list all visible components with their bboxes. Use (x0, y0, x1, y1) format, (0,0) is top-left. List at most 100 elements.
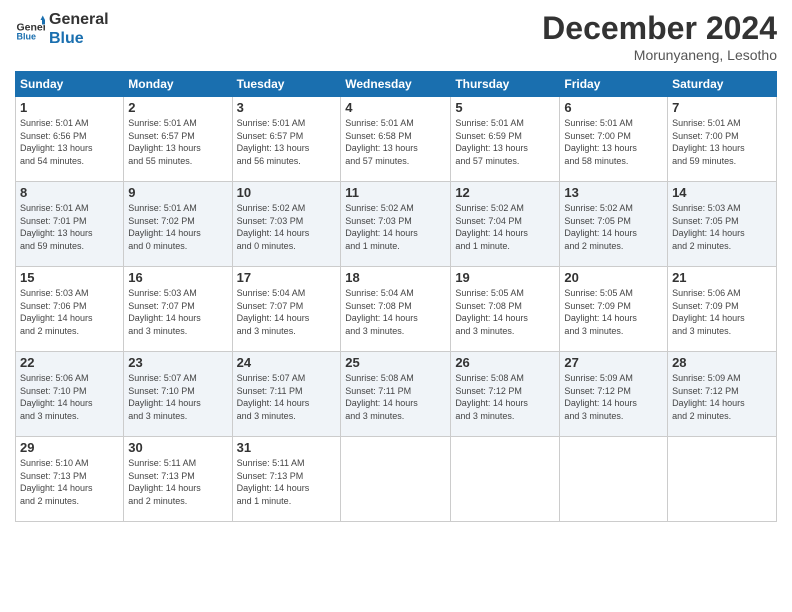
calendar-day-cell: 4 Sunrise: 5:01 AM Sunset: 6:58 PM Daylig… (341, 97, 451, 182)
day-info: Sunrise: 5:05 AM Sunset: 7:09 PM Dayligh… (564, 287, 663, 337)
month-title: December 2024 (542, 10, 777, 47)
col-monday: Monday (124, 72, 232, 97)
day-number: 31 (237, 440, 337, 455)
col-saturday: Saturday (668, 72, 777, 97)
day-info: Sunrise: 5:02 AM Sunset: 7:04 PM Dayligh… (455, 202, 555, 252)
logo-icon: General Blue (15, 14, 45, 44)
page-header: General Blue General Blue December 2024 … (15, 10, 777, 63)
calendar-day-cell: 5 Sunrise: 5:01 AM Sunset: 6:59 PM Daylig… (451, 97, 560, 182)
day-number: 15 (20, 270, 119, 285)
day-info: Sunrise: 5:04 AM Sunset: 7:07 PM Dayligh… (237, 287, 337, 337)
col-wednesday: Wednesday (341, 72, 451, 97)
calendar-day-cell: 13 Sunrise: 5:02 AM Sunset: 7:05 PM Dayli… (560, 182, 668, 267)
calendar-day-cell: 26Sunrise: 5:08 AM Sunset: 7:12 PM Dayli… (451, 352, 560, 437)
calendar-day-cell: 25Sunrise: 5:08 AM Sunset: 7:11 PM Dayli… (341, 352, 451, 437)
calendar-day-cell: 1Sunrise: 5:01 AM Sunset: 6:56 PM Daylig… (16, 97, 124, 182)
calendar-week-row: 1Sunrise: 5:01 AM Sunset: 6:56 PM Daylig… (16, 97, 777, 182)
calendar-day-cell: 29 Sunrise: 5:10 AM Sunset: 7:13 PM Dayli… (16, 437, 124, 522)
calendar-day-cell: 15 Sunrise: 5:03 AM Sunset: 7:06 PM Dayli… (16, 267, 124, 352)
day-number: 27 (564, 355, 663, 370)
calendar-day-cell: 19 Sunrise: 5:05 AM Sunset: 7:08 PM Dayli… (451, 267, 560, 352)
calendar-day-cell (560, 437, 668, 522)
title-area: December 2024 Morunyaneng, Lesotho (542, 10, 777, 63)
day-number: 20 (564, 270, 663, 285)
calendar-day-cell: 27 Sunrise: 5:09 AM Sunset: 7:12 PM Dayli… (560, 352, 668, 437)
calendar-header-row: Sunday Monday Tuesday Wednesday Thursday… (16, 72, 777, 97)
calendar-day-cell: 2Sunrise: 5:01 AM Sunset: 6:57 PM Daylig… (124, 97, 232, 182)
calendar-week-row: 29 Sunrise: 5:10 AM Sunset: 7:13 PM Dayli… (16, 437, 777, 522)
svg-text:Blue: Blue (17, 32, 37, 42)
calendar-day-cell (668, 437, 777, 522)
calendar-day-cell (341, 437, 451, 522)
day-info: Sunrise: 5:10 AM Sunset: 7:13 PM Dayligh… (20, 457, 119, 507)
day-info: Sunrise: 5:03 AM Sunset: 7:06 PM Dayligh… (20, 287, 119, 337)
calendar-day-cell: 7 Sunrise: 5:01 AM Sunset: 7:00 PM Daylig… (668, 97, 777, 182)
calendar-day-cell: 9Sunrise: 5:01 AM Sunset: 7:02 PM Daylig… (124, 182, 232, 267)
calendar-day-cell: 3 Sunrise: 5:01 AM Sunset: 6:57 PM Daylig… (232, 97, 341, 182)
calendar-week-row: 22 Sunrise: 5:06 AM Sunset: 7:10 PM Dayli… (16, 352, 777, 437)
day-number: 28 (672, 355, 772, 370)
day-number: 6 (564, 100, 663, 115)
day-number: 29 (20, 440, 119, 455)
day-info: Sunrise: 5:05 AM Sunset: 7:08 PM Dayligh… (455, 287, 555, 337)
day-info: Sunrise: 5:11 AM Sunset: 7:13 PM Dayligh… (128, 457, 227, 507)
calendar-day-cell: 30 Sunrise: 5:11 AM Sunset: 7:13 PM Dayli… (124, 437, 232, 522)
calendar-day-cell: 8Sunrise: 5:01 AM Sunset: 7:01 PM Daylig… (16, 182, 124, 267)
day-number: 9 (128, 185, 227, 200)
day-number: 17 (237, 270, 337, 285)
day-info: Sunrise: 5:01 AM Sunset: 7:00 PM Dayligh… (564, 117, 663, 167)
page-container: General Blue General Blue December 2024 … (0, 0, 792, 532)
col-sunday: Sunday (16, 72, 124, 97)
day-number: 3 (237, 100, 337, 115)
calendar-table: Sunday Monday Tuesday Wednesday Thursday… (15, 71, 777, 522)
day-info: Sunrise: 5:01 AM Sunset: 6:58 PM Dayligh… (345, 117, 446, 167)
day-number: 10 (237, 185, 337, 200)
day-number: 22 (20, 355, 119, 370)
day-number: 4 (345, 100, 446, 115)
day-info: Sunrise: 5:01 AM Sunset: 6:57 PM Dayligh… (128, 117, 227, 167)
calendar-day-cell: 28 Sunrise: 5:09 AM Sunset: 7:12 PM Dayli… (668, 352, 777, 437)
day-number: 30 (128, 440, 227, 455)
calendar-day-cell: 22 Sunrise: 5:06 AM Sunset: 7:10 PM Dayli… (16, 352, 124, 437)
day-number: 19 (455, 270, 555, 285)
day-info: Sunrise: 5:06 AM Sunset: 7:10 PM Dayligh… (20, 372, 119, 422)
calendar-day-cell: 10 Sunrise: 5:02 AM Sunset: 7:03 PM Dayli… (232, 182, 341, 267)
calendar-day-cell (451, 437, 560, 522)
col-friday: Friday (560, 72, 668, 97)
calendar-day-cell: 14Sunrise: 5:03 AM Sunset: 7:05 PM Dayli… (668, 182, 777, 267)
day-info: Sunrise: 5:03 AM Sunset: 7:07 PM Dayligh… (128, 287, 227, 337)
day-info: Sunrise: 5:08 AM Sunset: 7:11 PM Dayligh… (345, 372, 446, 422)
calendar-day-cell: 18Sunrise: 5:04 AM Sunset: 7:08 PM Dayli… (341, 267, 451, 352)
calendar-day-cell: 24 Sunrise: 5:07 AM Sunset: 7:11 PM Dayli… (232, 352, 341, 437)
day-info: Sunrise: 5:09 AM Sunset: 7:12 PM Dayligh… (564, 372, 663, 422)
calendar-day-cell: 6 Sunrise: 5:01 AM Sunset: 7:00 PM Daylig… (560, 97, 668, 182)
day-info: Sunrise: 5:07 AM Sunset: 7:11 PM Dayligh… (237, 372, 337, 422)
location-title: Morunyaneng, Lesotho (542, 47, 777, 63)
day-info: Sunrise: 5:01 AM Sunset: 6:59 PM Dayligh… (455, 117, 555, 167)
day-info: Sunrise: 5:02 AM Sunset: 7:05 PM Dayligh… (564, 202, 663, 252)
day-info: Sunrise: 5:08 AM Sunset: 7:12 PM Dayligh… (455, 372, 555, 422)
col-thursday: Thursday (451, 72, 560, 97)
day-number: 5 (455, 100, 555, 115)
logo: General Blue General Blue (15, 10, 109, 48)
day-number: 16 (128, 270, 227, 285)
day-info: Sunrise: 5:01 AM Sunset: 6:56 PM Dayligh… (20, 117, 119, 167)
day-info: Sunrise: 5:09 AM Sunset: 7:12 PM Dayligh… (672, 372, 772, 422)
calendar-body: 1Sunrise: 5:01 AM Sunset: 6:56 PM Daylig… (16, 97, 777, 522)
day-info: Sunrise: 5:03 AM Sunset: 7:05 PM Dayligh… (672, 202, 772, 252)
day-number: 24 (237, 355, 337, 370)
day-number: 7 (672, 100, 772, 115)
day-number: 11 (345, 185, 446, 200)
col-tuesday: Tuesday (232, 72, 341, 97)
day-info: Sunrise: 5:01 AM Sunset: 6:57 PM Dayligh… (237, 117, 337, 167)
logo-text-blue: Blue (49, 29, 109, 48)
day-info: Sunrise: 5:07 AM Sunset: 7:10 PM Dayligh… (128, 372, 227, 422)
day-number: 13 (564, 185, 663, 200)
calendar-day-cell: 11Sunrise: 5:02 AM Sunset: 7:03 PM Dayli… (341, 182, 451, 267)
day-info: Sunrise: 5:06 AM Sunset: 7:09 PM Dayligh… (672, 287, 772, 337)
day-info: Sunrise: 5:02 AM Sunset: 7:03 PM Dayligh… (237, 202, 337, 252)
calendar-week-row: 15 Sunrise: 5:03 AM Sunset: 7:06 PM Dayli… (16, 267, 777, 352)
calendar-day-cell: 12Sunrise: 5:02 AM Sunset: 7:04 PM Dayli… (451, 182, 560, 267)
day-info: Sunrise: 5:01 AM Sunset: 7:00 PM Dayligh… (672, 117, 772, 167)
day-info: Sunrise: 5:04 AM Sunset: 7:08 PM Dayligh… (345, 287, 446, 337)
